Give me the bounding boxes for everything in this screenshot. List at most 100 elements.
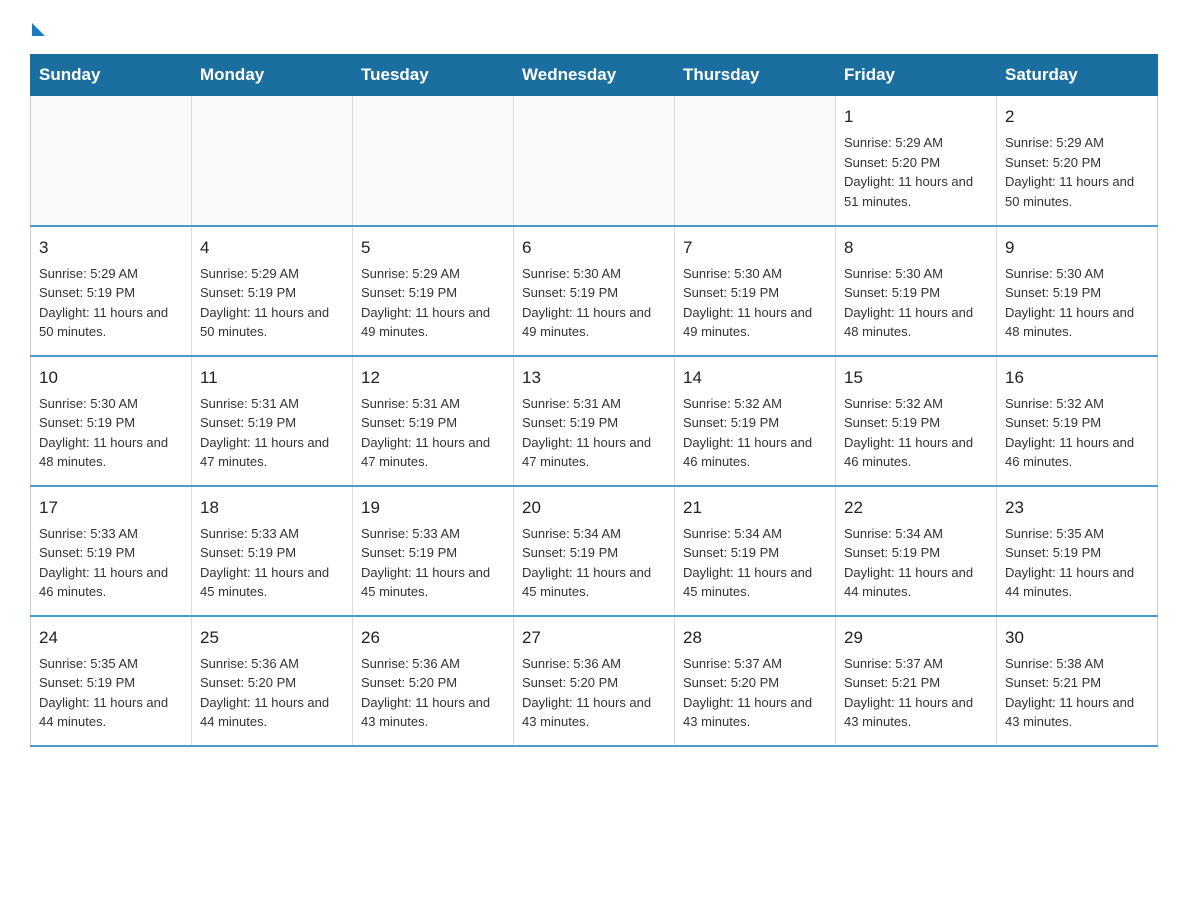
header-day-saturday: Saturday — [997, 55, 1158, 96]
day-number: 16 — [1005, 365, 1149, 391]
day-number: 9 — [1005, 235, 1149, 261]
calendar-table: SundayMondayTuesdayWednesdayThursdayFrid… — [30, 54, 1158, 747]
calendar-cell: 6 Sunrise: 5:30 AMSunset: 5:19 PMDaylight… — [514, 226, 675, 356]
day-number: 20 — [522, 495, 666, 521]
calendar-cell: 21 Sunrise: 5:34 AMSunset: 5:19 PMDayligh… — [675, 486, 836, 616]
day-info: Sunrise: 5:32 AMSunset: 5:19 PMDaylight:… — [1005, 394, 1149, 472]
calendar-cell: 15 Sunrise: 5:32 AMSunset: 5:19 PMDayligh… — [836, 356, 997, 486]
calendar-cell: 25 Sunrise: 5:36 AMSunset: 5:20 PMDayligh… — [192, 616, 353, 746]
day-number: 13 — [522, 365, 666, 391]
calendar-cell: 14 Sunrise: 5:32 AMSunset: 5:19 PMDayligh… — [675, 356, 836, 486]
header-day-friday: Friday — [836, 55, 997, 96]
day-number: 2 — [1005, 104, 1149, 130]
header-day-monday: Monday — [192, 55, 353, 96]
day-info: Sunrise: 5:30 AMSunset: 5:19 PMDaylight:… — [683, 264, 827, 342]
day-number: 12 — [361, 365, 505, 391]
day-info: Sunrise: 5:29 AMSunset: 5:19 PMDaylight:… — [361, 264, 505, 342]
calendar-cell: 23 Sunrise: 5:35 AMSunset: 5:19 PMDayligh… — [997, 486, 1158, 616]
day-info: Sunrise: 5:36 AMSunset: 5:20 PMDaylight:… — [200, 654, 344, 732]
day-number: 30 — [1005, 625, 1149, 651]
day-info: Sunrise: 5:35 AMSunset: 5:19 PMDaylight:… — [39, 654, 183, 732]
day-number: 17 — [39, 495, 183, 521]
calendar-cell: 16 Sunrise: 5:32 AMSunset: 5:19 PMDayligh… — [997, 356, 1158, 486]
day-info: Sunrise: 5:38 AMSunset: 5:21 PMDaylight:… — [1005, 654, 1149, 732]
day-info: Sunrise: 5:31 AMSunset: 5:19 PMDaylight:… — [361, 394, 505, 472]
calendar-week-3: 10 Sunrise: 5:30 AMSunset: 5:19 PMDayligh… — [31, 356, 1158, 486]
calendar-cell: 8Sunrise: 5:30 AMSunset: 5:19 PMDaylight… — [836, 226, 997, 356]
calendar-week-1: 1Sunrise: 5:29 AMSunset: 5:20 PMDaylight… — [31, 96, 1158, 226]
day-info: Sunrise: 5:37 AMSunset: 5:21 PMDaylight:… — [844, 654, 988, 732]
day-number: 23 — [1005, 495, 1149, 521]
calendar-cell: 28Sunrise: 5:37 AMSunset: 5:20 PMDayligh… — [675, 616, 836, 746]
day-info: Sunrise: 5:29 AMSunset: 5:19 PMDaylight:… — [200, 264, 344, 342]
day-info: Sunrise: 5:30 AMSunset: 5:19 PMDaylight:… — [844, 264, 988, 342]
header-day-tuesday: Tuesday — [353, 55, 514, 96]
day-number: 11 — [200, 365, 344, 391]
day-info: Sunrise: 5:32 AMSunset: 5:19 PMDaylight:… — [844, 394, 988, 472]
calendar-header: SundayMondayTuesdayWednesdayThursdayFrid… — [31, 55, 1158, 96]
calendar-cell: 3Sunrise: 5:29 AMSunset: 5:19 PMDaylight… — [31, 226, 192, 356]
day-info: Sunrise: 5:30 AMSunset: 5:19 PMDaylight:… — [522, 264, 666, 342]
day-number: 27 — [522, 625, 666, 651]
calendar-body: 1Sunrise: 5:29 AMSunset: 5:20 PMDaylight… — [31, 96, 1158, 746]
page-header — [30, 20, 1158, 36]
day-info: Sunrise: 5:35 AMSunset: 5:19 PMDaylight:… — [1005, 524, 1149, 602]
calendar-cell: 24 Sunrise: 5:35 AMSunset: 5:19 PMDayligh… — [31, 616, 192, 746]
calendar-cell: 27 Sunrise: 5:36 AMSunset: 5:20 PMDayligh… — [514, 616, 675, 746]
calendar-cell: 10 Sunrise: 5:30 AMSunset: 5:19 PMDayligh… — [31, 356, 192, 486]
calendar-cell: 13 Sunrise: 5:31 AMSunset: 5:19 PMDayligh… — [514, 356, 675, 486]
day-number: 7 — [683, 235, 827, 261]
header-day-wednesday: Wednesday — [514, 55, 675, 96]
calendar-cell: 19 Sunrise: 5:33 AMSunset: 5:19 PMDayligh… — [353, 486, 514, 616]
day-number: 18 — [200, 495, 344, 521]
calendar-cell — [192, 96, 353, 226]
day-info: Sunrise: 5:33 AMSunset: 5:19 PMDaylight:… — [361, 524, 505, 602]
day-number: 6 — [522, 235, 666, 261]
logo — [30, 20, 45, 36]
calendar-cell: 29 Sunrise: 5:37 AMSunset: 5:21 PMDayligh… — [836, 616, 997, 746]
day-info: Sunrise: 5:29 AMSunset: 5:20 PMDaylight:… — [1005, 133, 1149, 211]
day-info: Sunrise: 5:32 AMSunset: 5:19 PMDaylight:… — [683, 394, 827, 472]
calendar-cell: 18 Sunrise: 5:33 AMSunset: 5:19 PMDayligh… — [192, 486, 353, 616]
header-day-sunday: Sunday — [31, 55, 192, 96]
day-info: Sunrise: 5:30 AMSunset: 5:19 PMDaylight:… — [1005, 264, 1149, 342]
calendar-cell — [353, 96, 514, 226]
day-number: 10 — [39, 365, 183, 391]
day-info: Sunrise: 5:31 AMSunset: 5:19 PMDaylight:… — [522, 394, 666, 472]
day-number: 26 — [361, 625, 505, 651]
calendar-cell: 20 Sunrise: 5:34 AMSunset: 5:19 PMDayligh… — [514, 486, 675, 616]
day-number: 21 — [683, 495, 827, 521]
day-info: Sunrise: 5:34 AMSunset: 5:19 PMDaylight:… — [522, 524, 666, 602]
day-number: 25 — [200, 625, 344, 651]
day-info: Sunrise: 5:33 AMSunset: 5:19 PMDaylight:… — [39, 524, 183, 602]
day-info: Sunrise: 5:29 AMSunset: 5:19 PMDaylight:… — [39, 264, 183, 342]
calendar-week-2: 3Sunrise: 5:29 AMSunset: 5:19 PMDaylight… — [31, 226, 1158, 356]
header-day-thursday: Thursday — [675, 55, 836, 96]
day-info: Sunrise: 5:30 AMSunset: 5:19 PMDaylight:… — [39, 394, 183, 472]
calendar-week-4: 17 Sunrise: 5:33 AMSunset: 5:19 PMDayligh… — [31, 486, 1158, 616]
calendar-cell: 17 Sunrise: 5:33 AMSunset: 5:19 PMDayligh… — [31, 486, 192, 616]
calendar-cell: 11 Sunrise: 5:31 AMSunset: 5:19 PMDayligh… — [192, 356, 353, 486]
day-info: Sunrise: 5:36 AMSunset: 5:20 PMDaylight:… — [361, 654, 505, 732]
day-number: 19 — [361, 495, 505, 521]
day-info: Sunrise: 5:34 AMSunset: 5:19 PMDaylight:… — [683, 524, 827, 602]
day-info: Sunrise: 5:31 AMSunset: 5:19 PMDaylight:… — [200, 394, 344, 472]
header-row: SundayMondayTuesdayWednesdayThursdayFrid… — [31, 55, 1158, 96]
calendar-cell: 30 Sunrise: 5:38 AMSunset: 5:21 PMDayligh… — [997, 616, 1158, 746]
day-info: Sunrise: 5:29 AMSunset: 5:20 PMDaylight:… — [844, 133, 988, 211]
calendar-cell: 2 Sunrise: 5:29 AMSunset: 5:20 PMDaylight… — [997, 96, 1158, 226]
calendar-cell — [675, 96, 836, 226]
day-number: 14 — [683, 365, 827, 391]
day-number: 24 — [39, 625, 183, 651]
calendar-cell: 5 Sunrise: 5:29 AMSunset: 5:19 PMDaylight… — [353, 226, 514, 356]
day-info: Sunrise: 5:36 AMSunset: 5:20 PMDaylight:… — [522, 654, 666, 732]
day-number: 15 — [844, 365, 988, 391]
logo-triangle-icon — [32, 23, 45, 36]
day-number: 5 — [361, 235, 505, 261]
day-info: Sunrise: 5:37 AMSunset: 5:20 PMDaylight:… — [683, 654, 827, 732]
calendar-cell — [31, 96, 192, 226]
day-number: 29 — [844, 625, 988, 651]
calendar-cell: 26 Sunrise: 5:36 AMSunset: 5:20 PMDayligh… — [353, 616, 514, 746]
calendar-cell: 7 Sunrise: 5:30 AMSunset: 5:19 PMDaylight… — [675, 226, 836, 356]
day-info: Sunrise: 5:33 AMSunset: 5:19 PMDaylight:… — [200, 524, 344, 602]
